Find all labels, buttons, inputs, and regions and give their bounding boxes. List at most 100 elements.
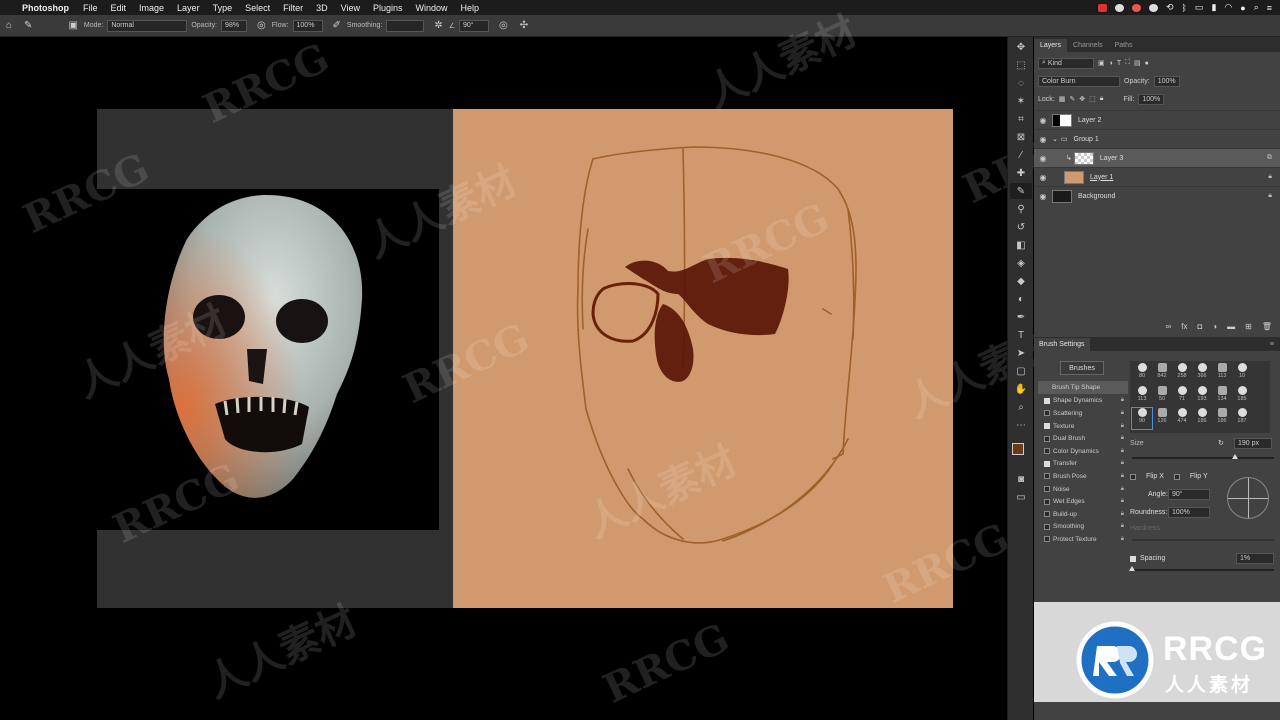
layer-row-group-1[interactable]: ◉ ⌄ ▭ Group 1 bbox=[1034, 129, 1280, 148]
symmetry-icon[interactable]: ✣ bbox=[520, 20, 528, 31]
brush-option-protect-texture[interactable]: Protect Texture 🔒︎ bbox=[1038, 533, 1128, 546]
lock-image-icon[interactable]: ✎ bbox=[1069, 95, 1075, 103]
brush-tip-preset[interactable]: 113 bbox=[1132, 385, 1152, 407]
brush-tool-icon[interactable]: ✎ bbox=[1010, 183, 1032, 199]
smoothing-field[interactable] bbox=[386, 19, 425, 32]
spacing-slider[interactable] bbox=[1129, 566, 1274, 571]
dodge-tool-icon[interactable]: ◐ bbox=[1010, 291, 1032, 307]
eye-icon[interactable]: ◉ bbox=[1034, 173, 1052, 182]
eye-icon[interactable]: ◉ bbox=[1034, 154, 1052, 163]
lock-icon[interactable]: 🔒︎ bbox=[1121, 473, 1124, 480]
brush-tip-preset[interactable]: 134 bbox=[1212, 385, 1232, 407]
brush-option-transfer[interactable]: Transfer 🔒︎ bbox=[1038, 458, 1128, 471]
brush-angle-field[interactable]: 90° bbox=[1168, 489, 1210, 500]
brush-tip-preset[interactable]: 71 bbox=[1172, 385, 1192, 407]
lock-icon[interactable]: 🔒︎ bbox=[1121, 448, 1124, 455]
fx-icon[interactable]: fx bbox=[1181, 322, 1187, 331]
flip-y-checkbox[interactable] bbox=[1173, 473, 1180, 480]
brush-tip-preset[interactable]: 10 bbox=[1232, 363, 1252, 384]
menu-plugins[interactable]: Plugins bbox=[373, 3, 403, 13]
lock-artboard-icon[interactable]: ⬚ bbox=[1089, 95, 1096, 103]
brushes-button[interactable]: Brushes bbox=[1060, 361, 1104, 375]
brush-tip-preset[interactable]: 187 bbox=[1232, 408, 1252, 429]
layer-row-layer-2[interactable]: ◉ Layer 2 bbox=[1034, 110, 1280, 129]
tab-channels[interactable]: Channels bbox=[1067, 39, 1109, 52]
clone-stamp-tool-icon[interactable]: ⚲ bbox=[1010, 201, 1032, 217]
quick-select-tool-icon[interactable]: ✶ bbox=[1010, 93, 1032, 109]
sync-icon[interactable] bbox=[1148, 3, 1158, 12]
menu-layer[interactable]: Layer bbox=[177, 3, 200, 13]
blur-tool-icon[interactable]: ◆ bbox=[1010, 273, 1032, 289]
brush-option-smoothing[interactable]: Smoothing 🔒︎ bbox=[1038, 521, 1128, 534]
lock-icon[interactable]: 🔒︎ bbox=[1121, 536, 1124, 543]
trash-icon[interactable]: 🗑︎ bbox=[1262, 322, 1272, 331]
brush-tip-preset[interactable]: 90 bbox=[1131, 407, 1153, 431]
brush-option-scattering[interactable]: Scattering 🔒︎ bbox=[1038, 407, 1128, 420]
brush-panel-toggle-icon[interactable]: ▣ bbox=[68, 20, 77, 31]
brush-option-color-dynamics[interactable]: Color Dynamics 🔒︎ bbox=[1038, 445, 1128, 458]
brush-tip-preset[interactable]: 126 bbox=[1152, 408, 1172, 429]
spacing-checkbox[interactable] bbox=[1130, 555, 1136, 562]
home-icon[interactable]: ⌂ bbox=[6, 20, 12, 31]
foreground-color-swatch[interactable] bbox=[1012, 443, 1024, 455]
spacing-field[interactable]: 1% bbox=[1236, 553, 1274, 564]
opacity-field[interactable]: 98% bbox=[221, 19, 248, 32]
lock-icon[interactable]: 🔒︎ bbox=[1121, 423, 1124, 430]
layer-filter-select[interactable]: ⌕ Kind bbox=[1038, 57, 1094, 69]
spacing-slider-handle[interactable] bbox=[1129, 566, 1135, 571]
search-icon[interactable]: ⌕ bbox=[1254, 2, 1259, 13]
menu-view[interactable]: View bbox=[341, 3, 360, 13]
history-brush-tool-icon[interactable]: ↺ bbox=[1010, 219, 1032, 235]
lock-icon[interactable]: 🔒︎ bbox=[1121, 460, 1124, 467]
lock-icon[interactable]: 🔒︎ bbox=[1121, 486, 1124, 493]
angle-field[interactable]: 90° bbox=[459, 19, 489, 32]
lock-icon[interactable]: 🔒︎ bbox=[1121, 397, 1124, 404]
option-checkbox[interactable] bbox=[1044, 473, 1050, 480]
angle-roundness-widget[interactable] bbox=[1227, 477, 1269, 519]
brush-tip-preset[interactable]: 185 bbox=[1232, 385, 1252, 407]
menu-select[interactable]: Select bbox=[245, 3, 270, 13]
layer-row-layer-3[interactable]: ◉ ↳ Layer 3 ⧉ bbox=[1034, 148, 1280, 167]
menu-help[interactable]: Help bbox=[461, 3, 480, 13]
lock-position-icon[interactable]: ✥ bbox=[1079, 95, 1085, 103]
panel-menu-icon[interactable]: ≡ bbox=[1270, 341, 1274, 348]
brush-tip-preset[interactable]: 366 bbox=[1192, 363, 1212, 384]
brush-tip-preset[interactable]: 80 bbox=[1132, 363, 1152, 384]
layer-row-layer-1[interactable]: ◉ Layer 1 🔒︎ bbox=[1034, 167, 1280, 186]
filter-adjustment-icon[interactable]: ◑ bbox=[1109, 60, 1113, 67]
smoothing-settings-icon[interactable]: ✲ bbox=[434, 20, 442, 31]
history-icon[interactable]: ⟲ bbox=[1166, 2, 1174, 13]
tab-paths[interactable]: Paths bbox=[1109, 39, 1139, 52]
menu-file[interactable]: File bbox=[83, 3, 98, 13]
eraser-tool-icon[interactable]: ◧ bbox=[1010, 237, 1032, 253]
lasso-tool-icon[interactable]: ◌ bbox=[1010, 75, 1032, 91]
app-status-icon[interactable] bbox=[1131, 3, 1141, 12]
frame-tool-icon[interactable]: ⊠ bbox=[1010, 129, 1032, 145]
brush-option-texture[interactable]: Texture 🔒︎ bbox=[1038, 420, 1128, 433]
lock-all-icon[interactable]: 🔒︎ bbox=[1100, 95, 1104, 103]
airbrush-icon[interactable]: ✐ bbox=[333, 20, 341, 31]
flip-x-checkbox[interactable] bbox=[1130, 473, 1136, 480]
filter-shape-icon[interactable]: ⛶ bbox=[1125, 59, 1130, 67]
option-checkbox[interactable] bbox=[1044, 486, 1050, 493]
user-icon[interactable]: ● bbox=[1240, 3, 1245, 13]
add-mask-icon[interactable]: ◘ bbox=[1197, 322, 1202, 331]
brush-tip-grid[interactable]: 80 842 258 366 113 10 113 50 71 193 134 185 90 126 474… bbox=[1130, 361, 1270, 433]
brush-option-dual-brush[interactable]: Dual Brush 🔒︎ bbox=[1038, 432, 1128, 445]
new-layer-icon[interactable]: ⊞ bbox=[1245, 322, 1252, 331]
brush-tip-preset[interactable]: 186 bbox=[1192, 408, 1212, 429]
size-field[interactable]: 190 px bbox=[1234, 438, 1272, 449]
lock-icon[interactable]: 🔒︎ bbox=[1121, 435, 1124, 442]
brush-tip-preset[interactable]: 474 bbox=[1172, 408, 1192, 429]
option-checkbox[interactable] bbox=[1044, 536, 1050, 543]
camera-icon[interactable] bbox=[1114, 3, 1124, 12]
shape-tool-icon[interactable]: ▢ bbox=[1010, 363, 1032, 379]
option-checkbox[interactable] bbox=[1044, 511, 1050, 518]
brush-option-brush-pose[interactable]: Brush Pose 🔒︎ bbox=[1038, 470, 1128, 483]
layer-opacity-field[interactable]: 100% bbox=[1153, 75, 1180, 87]
eyedropper-tool-icon[interactable]: ⁄ bbox=[1010, 147, 1032, 163]
blend-mode-select[interactable]: Color Burn bbox=[1038, 75, 1120, 87]
filter-toggle-icon[interactable]: ● bbox=[1145, 60, 1149, 67]
new-group-icon[interactable]: ▬ bbox=[1227, 322, 1235, 331]
option-checkbox[interactable] bbox=[1044, 448, 1050, 455]
